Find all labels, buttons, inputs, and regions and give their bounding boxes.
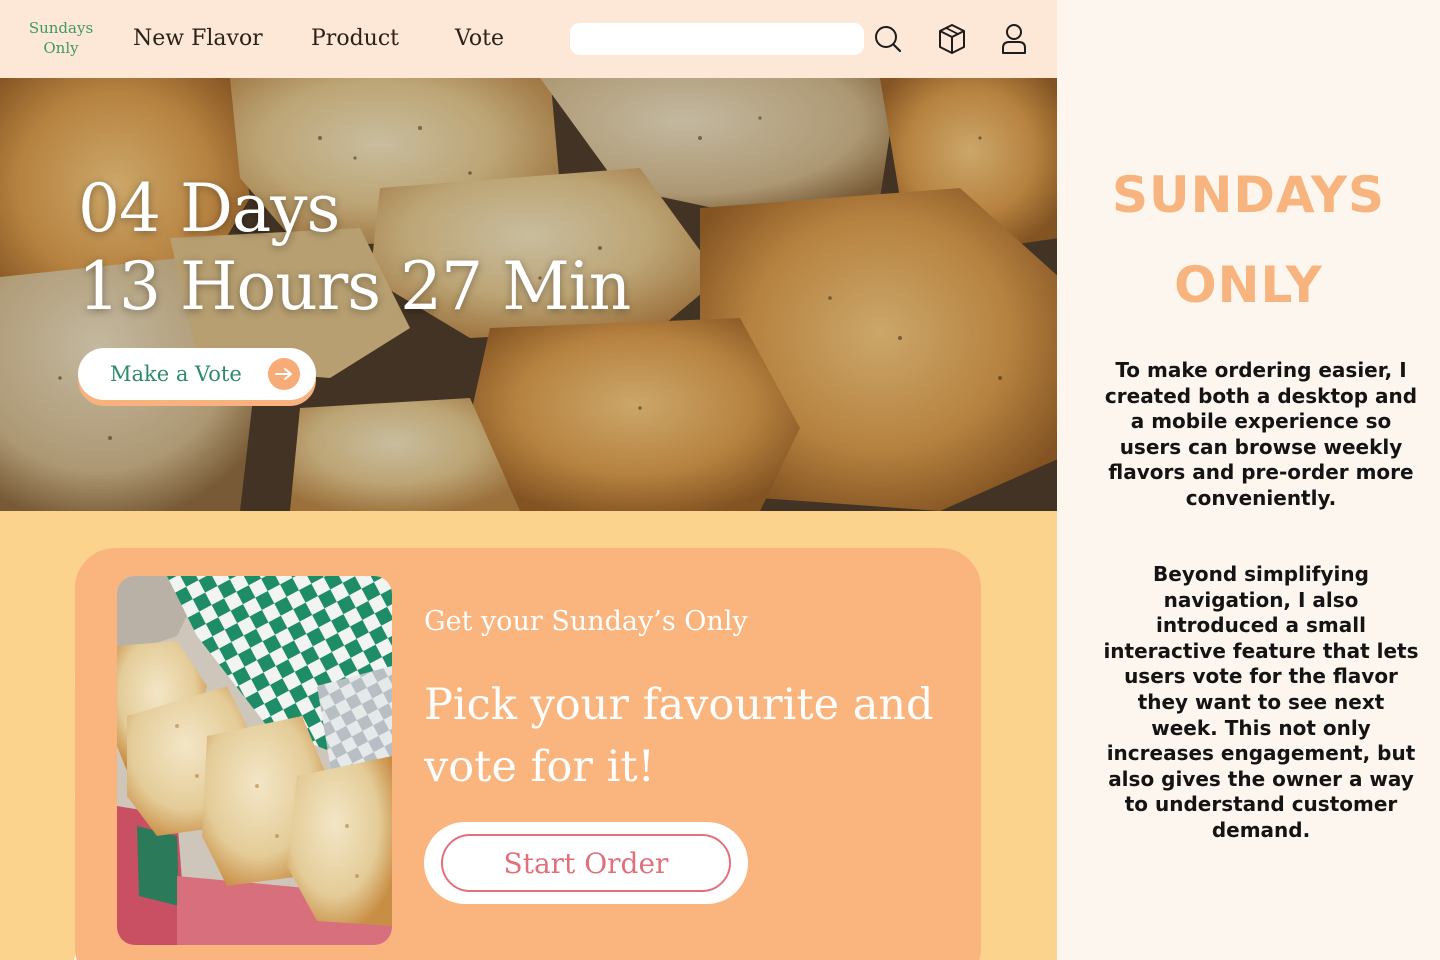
panel-title: SUNDAYS ONLY — [1057, 150, 1440, 330]
bread-box-photo — [117, 576, 392, 945]
website-mockup: Sundays Only New Flavor Product Vote 04 … — [0, 0, 1057, 960]
start-order-button[interactable]: Start Order — [424, 822, 748, 904]
panel-title-line-2: ONLY — [1174, 256, 1323, 314]
card-title: Pick your favourite and vote for it! — [424, 680, 934, 792]
panel-paragraph-1: To make ordering easier, I created both … — [1104, 358, 1418, 510]
panel-paragraph-2: Beyond simplifying navigation, I also in… — [1103, 562, 1419, 842]
card-subtitle: Get your Sunday’s Only — [424, 606, 748, 637]
start-order-label: Start Order — [503, 846, 669, 880]
panel-title-line-1: SUNDAYS — [1111, 166, 1386, 224]
case-study-panel: SUNDAYS ONLY To make ordering easier, I … — [1057, 0, 1440, 960]
start-order-inner: Start Order — [441, 834, 731, 892]
